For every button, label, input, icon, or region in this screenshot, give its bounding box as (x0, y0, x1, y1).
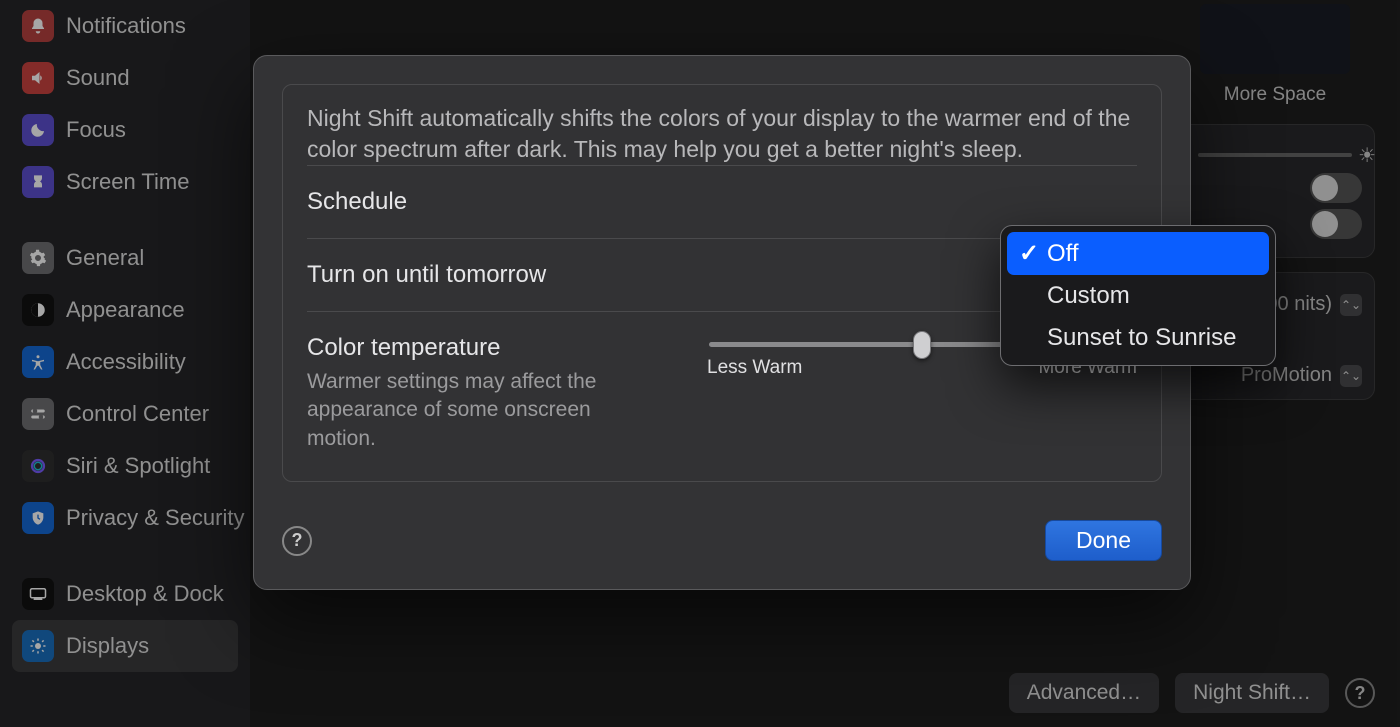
brightness-slider[interactable]: ☀ (1198, 153, 1352, 157)
sidebar-item-label: Screen Time (66, 169, 190, 195)
schedule-dropdown[interactable]: ✓ Off Custom Sunset to Sunrise (1000, 225, 1276, 366)
done-button[interactable]: Done (1045, 520, 1162, 561)
sidebar-item-label: Siri & Spotlight (66, 453, 210, 479)
sidebar-item-siri-spotlight[interactable]: Siri & Spotlight (12, 440, 238, 492)
schedule-option-custom[interactable]: Custom (1007, 275, 1269, 317)
sidebar-item-general[interactable]: General (12, 232, 238, 284)
dropdown-option-label: Custom (1047, 282, 1130, 310)
displays-bottom-buttons: Advanced… Night Shift… ? (1009, 673, 1375, 713)
auto-brightness-toggle[interactable] (1310, 173, 1362, 203)
sidebar-item-displays[interactable]: Displays (12, 620, 238, 672)
sun-max-icon: ☀ (1358, 143, 1376, 168)
schedule-option-sunset-sunrise[interactable]: Sunset to Sunrise (1007, 317, 1269, 359)
sidebar-item-label: Notifications (66, 13, 186, 39)
chevron-up-down-icon[interactable]: ⌃⌄ (1340, 365, 1362, 387)
sidebar-item-label: Appearance (66, 297, 185, 323)
schedule-option-off[interactable]: ✓ Off (1007, 232, 1269, 275)
notifications-icon (22, 10, 54, 42)
siri-icon (22, 450, 54, 482)
focus-icon (22, 114, 54, 146)
sidebar-item-sound[interactable]: Sound (12, 52, 238, 104)
privacy-icon (22, 502, 54, 534)
less-warm-label: Less Warm (707, 357, 802, 379)
night-shift-description: Night Shift automatically shifts the col… (307, 103, 1137, 165)
refresh-rate-value: ProMotion (1241, 364, 1332, 387)
check-icon: ✓ (1019, 239, 1037, 268)
sidebar-item-desktop-dock[interactable]: Desktop & Dock (12, 568, 238, 620)
sheet-footer: ? Done (254, 498, 1190, 589)
resolution-thumbnail[interactable] (1200, 4, 1350, 74)
sidebar-item-label: Privacy & Security (66, 505, 245, 531)
sidebar-item-label: Focus (66, 117, 126, 143)
general-icon (22, 242, 54, 274)
sidebar-item-control-center[interactable]: Control Center (12, 388, 238, 440)
appearance-icon (22, 294, 54, 326)
color-temperature-sublabel: Warmer settings may affect the appearanc… (307, 368, 637, 453)
sidebar-item-label: Control Center (66, 401, 209, 427)
dropdown-option-label: Sunset to Sunrise (1047, 324, 1236, 352)
help-icon[interactable]: ? (282, 526, 312, 556)
accessibility-icon (22, 346, 54, 378)
settings-sidebar: Notifications Sound Focus Screen Time Ge… (0, 0, 250, 727)
sidebar-item-label: General (66, 245, 144, 271)
true-tone-toggle[interactable] (1310, 209, 1362, 239)
more-space-label[interactable]: More Space (1175, 78, 1375, 124)
sidebar-item-label: Sound (66, 65, 130, 91)
chevron-up-down-icon[interactable]: ⌃⌄ (1340, 294, 1362, 316)
sidebar-item-label: Displays (66, 633, 149, 659)
schedule-label: Schedule (307, 188, 407, 216)
sidebar-item-label: Accessibility (66, 349, 186, 375)
displays-icon (22, 630, 54, 662)
color-temperature-label: Color temperature (307, 334, 637, 362)
dropdown-option-label: Off (1047, 240, 1079, 268)
help-icon[interactable]: ? (1345, 678, 1375, 708)
sound-icon (22, 62, 54, 94)
sidebar-item-focus[interactable]: Focus (12, 104, 238, 156)
screen-time-icon (22, 166, 54, 198)
control-center-icon (22, 398, 54, 430)
sidebar-item-screen-time[interactable]: Screen Time (12, 156, 238, 208)
desktop-dock-icon (22, 578, 54, 610)
advanced-button[interactable]: Advanced… (1009, 673, 1159, 713)
sidebar-item-notifications[interactable]: Notifications (12, 0, 238, 52)
sidebar-item-accessibility[interactable]: Accessibility (12, 336, 238, 388)
sidebar-item-label: Desktop & Dock (66, 581, 224, 607)
night-shift-button[interactable]: Night Shift… (1175, 673, 1329, 713)
turn-on-until-tomorrow-label: Turn on until tomorrow (307, 261, 546, 289)
slider-thumb[interactable] (913, 331, 931, 359)
sidebar-item-appearance[interactable]: Appearance (12, 284, 238, 336)
sidebar-item-privacy-security[interactable]: Privacy & Security (12, 492, 238, 544)
